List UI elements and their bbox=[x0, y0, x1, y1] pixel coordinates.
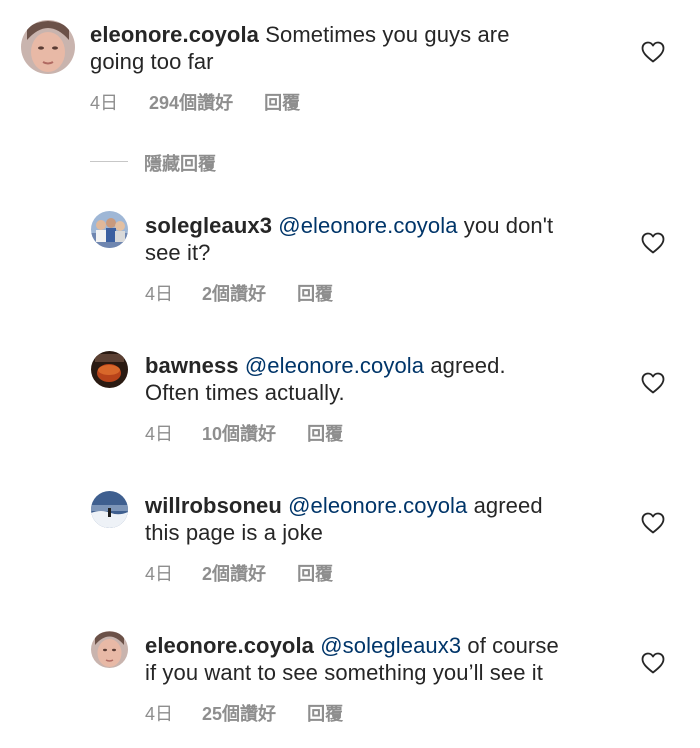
avatar[interactable] bbox=[91, 351, 128, 388]
comment-meta: 4日 2個讚好 回覆 bbox=[145, 280, 333, 306]
comment-text: bawness @eleonore.coyola agreed. Often t… bbox=[145, 352, 625, 406]
divider-line bbox=[90, 161, 128, 162]
reply-item: eleonore.coyola @solegleaux3 of course i… bbox=[0, 620, 700, 748]
comment-likes[interactable]: 10個讚好 bbox=[202, 420, 276, 446]
comment-likes[interactable]: 25個讚好 bbox=[202, 700, 276, 726]
comment-body-line2: if you want to see something you’ll see … bbox=[145, 660, 543, 685]
comment-body-line2: this page is a joke bbox=[145, 520, 324, 545]
comment-text: solegleaux3 @eleonore.coyola you don't s… bbox=[145, 212, 625, 266]
comment-item: eleonore.coyola Sometimes you guys are g… bbox=[0, 0, 700, 130]
reply-button[interactable]: 回覆 bbox=[297, 560, 333, 586]
reply-button[interactable]: 回覆 bbox=[307, 700, 343, 726]
comment-mention[interactable]: @eleonore.coyola bbox=[282, 493, 467, 518]
comment-mention[interactable]: @eleonore.coyola bbox=[239, 353, 424, 378]
comment-likes[interactable]: 2個讚好 bbox=[202, 560, 266, 586]
avatar[interactable] bbox=[21, 20, 75, 74]
reply-item: willrobsoneu @eleonore.coyola agreed thi… bbox=[0, 480, 700, 610]
comment-text: eleonore.coyola Sometimes you guys are g… bbox=[90, 21, 630, 75]
comment-mention[interactable]: @eleonore.coyola bbox=[272, 213, 457, 238]
like-heart-icon[interactable] bbox=[641, 512, 665, 534]
avatar-tea-icon bbox=[91, 351, 128, 388]
avatar[interactable] bbox=[91, 211, 128, 248]
reply-item: bawness @eleonore.coyola agreed. Often t… bbox=[0, 340, 700, 470]
comment-body: agreed bbox=[467, 493, 543, 518]
comment-time: 4日 bbox=[145, 424, 174, 444]
comment-body-line2: going too far bbox=[90, 49, 214, 74]
comment-username[interactable]: bawness bbox=[145, 353, 239, 378]
like-heart-icon[interactable] bbox=[641, 652, 665, 674]
comment-username[interactable]: willrobsoneu bbox=[145, 493, 282, 518]
comment-body-line2: see it? bbox=[145, 240, 211, 265]
reply-button[interactable]: 回覆 bbox=[297, 280, 333, 306]
comment-likes[interactable]: 2個讚好 bbox=[202, 280, 266, 306]
comment-text: eleonore.coyola @solegleaux3 of course i… bbox=[145, 632, 625, 686]
like-heart-icon[interactable] bbox=[641, 372, 665, 394]
comment-body: Sometimes you guys are bbox=[259, 22, 510, 47]
comment-mention[interactable]: @solegleaux3 bbox=[314, 633, 461, 658]
comment-username[interactable]: solegleaux3 bbox=[145, 213, 272, 238]
comment-likes[interactable]: 294個讚好 bbox=[149, 89, 233, 115]
comment-meta: 4日 294個讚好 回覆 bbox=[90, 89, 300, 115]
avatar-group-icon bbox=[91, 211, 128, 248]
comment-username[interactable]: eleonore.coyola bbox=[90, 22, 259, 47]
avatar-woman-icon bbox=[21, 20, 75, 74]
comment-meta: 4日 25個讚好 回覆 bbox=[145, 700, 343, 726]
reply-button[interactable]: 回覆 bbox=[264, 89, 300, 115]
like-heart-icon[interactable] bbox=[641, 232, 665, 254]
comment-meta: 4日 2個讚好 回覆 bbox=[145, 560, 333, 586]
comment-body: agreed. bbox=[424, 353, 506, 378]
reply-item: solegleaux3 @eleonore.coyola you don't s… bbox=[0, 200, 700, 330]
hide-replies-label[interactable]: 隱藏回覆 bbox=[144, 150, 216, 176]
like-heart-icon[interactable] bbox=[641, 41, 665, 63]
comment-body: you don't bbox=[457, 213, 554, 238]
comment-time: 4日 bbox=[145, 564, 174, 584]
comment-time: 4日 bbox=[145, 704, 174, 724]
comment-meta: 4日 10個讚好 回覆 bbox=[145, 420, 343, 446]
comment-text: willrobsoneu @eleonore.coyola agreed thi… bbox=[145, 492, 625, 546]
reply-button[interactable]: 回覆 bbox=[307, 420, 343, 446]
avatar[interactable] bbox=[91, 491, 128, 528]
comment-username[interactable]: eleonore.coyola bbox=[145, 633, 314, 658]
comment-body: of course bbox=[461, 633, 559, 658]
avatar[interactable] bbox=[91, 631, 128, 668]
comment-time: 4日 bbox=[145, 284, 174, 304]
comment-body-line2: Often times actually. bbox=[145, 380, 345, 405]
avatar-snow-icon bbox=[91, 491, 128, 528]
avatar-woman-icon bbox=[91, 631, 128, 668]
comment-time: 4日 bbox=[90, 93, 119, 113]
